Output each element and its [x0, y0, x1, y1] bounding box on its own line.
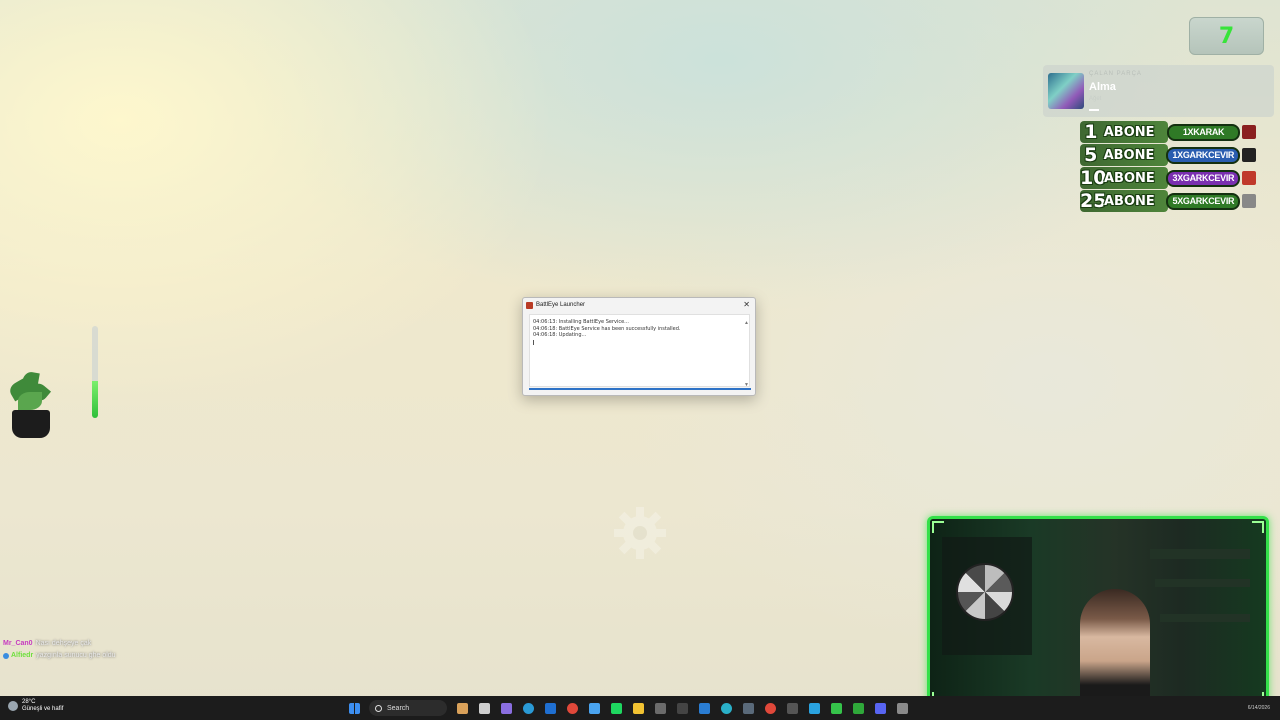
chrome-2-icon[interactable] — [761, 699, 779, 717]
task-view-icon[interactable] — [475, 699, 493, 717]
widgets-icon[interactable] — [453, 699, 471, 717]
magnet-icon — [1242, 194, 1256, 208]
folder-icon[interactable] — [629, 699, 647, 717]
steam-icon[interactable] — [739, 699, 757, 717]
start-icon[interactable] — [345, 699, 363, 717]
clock[interactable]: 6/14/2026 — [1248, 705, 1270, 711]
search-icon — [375, 704, 382, 712]
goal-row: 5 ABONE 1XGARKCEVIR — [1080, 144, 1256, 166]
goal-row: 25 ABONE 5XGARKCEVIR — [1080, 190, 1256, 212]
counter-widget: 7 — [1189, 17, 1264, 55]
goal-row: 10 ABONE 3XGARKCEVIR — [1080, 167, 1256, 189]
text-caret — [533, 339, 534, 345]
track-artist: Ağet — [1089, 96, 1102, 102]
telegram-icon[interactable] — [805, 699, 823, 717]
calculator-icon[interactable] — [651, 699, 669, 717]
knife-icon — [1242, 125, 1256, 139]
dialog-titlebar[interactable]: BattlEye Launcher — [523, 298, 755, 312]
chat-message: Mr_Can0 Nası dehşeye çak — [3, 638, 116, 650]
chat-message: Alfiedr yazgınla sunucu ghe oldu — [3, 650, 116, 662]
chrome-icon[interactable] — [563, 699, 581, 717]
edge-icon[interactable] — [519, 699, 537, 717]
track-progress — [1089, 109, 1099, 111]
game-icon[interactable] — [893, 699, 911, 717]
chat-text: yazgınla sunucu ghe oldu — [36, 652, 116, 659]
spotify-icon[interactable] — [607, 699, 625, 717]
battleye-dialog: BattlEye Launcher ✕ 04:06:13: Installing… — [522, 297, 756, 396]
discord-icon[interactable] — [871, 699, 889, 717]
search-label: Search — [387, 704, 410, 712]
log-line: 04:06:18: Updating... — [533, 332, 587, 338]
weather-widget[interactable]: 28°C Güneşli ve hafif — [8, 699, 63, 713]
now-playing-widget: ÇALAN PARÇA Alma Ağet — [1043, 65, 1274, 117]
copilot-icon[interactable] — [497, 699, 515, 717]
outlook-icon[interactable] — [541, 699, 559, 717]
chat-username: Alfiedr — [11, 652, 34, 659]
knife-icon — [1242, 171, 1256, 185]
xbox-icon[interactable] — [849, 699, 867, 717]
scroll-up-button[interactable]: ▲ — [744, 320, 749, 326]
plant-icon — [4, 368, 56, 440]
goal-count: 25 — [1080, 190, 1107, 212]
counter-value: 7 — [1218, 23, 1235, 49]
streamer — [1080, 589, 1150, 706]
gear-icon — [614, 507, 666, 559]
chat-username: Mr_Can0 — [3, 640, 33, 647]
goal-word: ABONE — [1104, 193, 1155, 209]
spin-wheel — [956, 563, 1014, 621]
plant-gauge — [92, 326, 98, 418]
taskbar-apps: Search — [345, 698, 911, 718]
weather-temp: 28°C — [22, 699, 36, 705]
goal-word: ABONE — [1103, 147, 1155, 163]
goal-count: 5 — [1084, 144, 1098, 166]
goal-reward: 1XKARAK — [1166, 123, 1241, 141]
goal-reward: 5XGARKCEVIR — [1166, 192, 1241, 210]
battleye-icon — [526, 301, 533, 309]
chat-text: Nası dehşeye çak — [35, 640, 92, 647]
goal-count: 10 — [1080, 167, 1107, 189]
now-playing-label: ÇALAN PARÇA — [1089, 71, 1142, 77]
store-icon[interactable] — [585, 699, 603, 717]
cloud-icon — [8, 701, 18, 711]
weather-desc: Güneşli ve hafif — [22, 706, 64, 712]
cmd-icon[interactable] — [783, 699, 801, 717]
media-player-icon[interactable] — [827, 699, 845, 717]
webcam-frame — [927, 516, 1269, 709]
goal-reward: 3XGARKCEVIR — [1166, 169, 1241, 187]
vscode-icon[interactable] — [695, 699, 713, 717]
terminal-icon[interactable] — [673, 699, 691, 717]
search-box[interactable]: Search — [369, 700, 447, 716]
sub-goals: 1 ABONE 1XKARAK 5 ABONE 1XGARKCEVIR 10 A… — [1080, 121, 1256, 213]
progress-bar — [529, 388, 751, 390]
goal-word: ABONE — [1103, 124, 1155, 140]
goal-word: ABONE — [1104, 170, 1155, 186]
edge-dev-icon[interactable] — [717, 699, 735, 717]
album-art — [1048, 73, 1084, 109]
stream-chat: Mr_Can0 Nası dehşeye çak Alfiedr yazgınl… — [3, 638, 116, 662]
dialog-title: BattlEye Launcher — [536, 302, 586, 308]
goal-reward: 1XGARKCEVIR — [1166, 146, 1241, 164]
goal-row: 1 ABONE 1XKARAK — [1080, 121, 1256, 143]
track-title: Alma — [1089, 81, 1116, 93]
plant-gauge-fill — [92, 381, 98, 418]
log-textarea[interactable]: 04:06:13: Installing BattlEye Service...… — [529, 314, 750, 387]
close-button[interactable]: ✕ — [743, 300, 750, 309]
taskbar: 28°C Güneşli ve hafif Search 6/14/2026 — [0, 696, 1280, 720]
hat-icon — [1242, 148, 1256, 162]
goal-count: 1 — [1084, 121, 1098, 143]
badge-icon — [3, 653, 9, 659]
